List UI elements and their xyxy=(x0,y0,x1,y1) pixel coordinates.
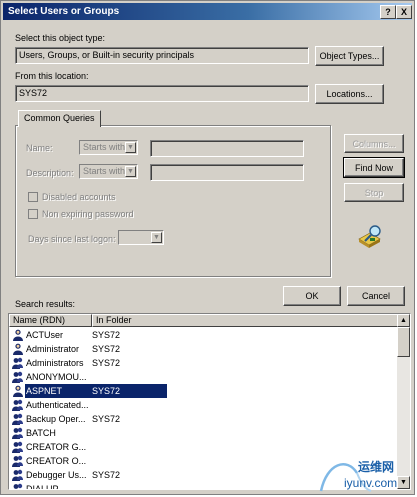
ok-button[interactable]: OK xyxy=(283,286,341,306)
name-mode-select[interactable]: Starts with ▼ xyxy=(79,140,138,155)
row-folder: SYS72 xyxy=(92,358,121,368)
location-label: From this location: xyxy=(15,71,89,81)
table-row[interactable]: Backup Oper... SYS72 xyxy=(9,412,399,426)
chevron-down-icon: ▼ xyxy=(125,166,136,177)
table-row[interactable]: ASPNET SYS72 xyxy=(9,384,399,398)
row-name: Backup Oper... xyxy=(26,414,86,424)
cancel-button[interactable]: Cancel xyxy=(347,286,405,306)
row-name: ASPNET xyxy=(26,386,63,396)
row-name: CREATOR O... xyxy=(26,456,87,466)
table-row[interactable]: ANONYMOU... xyxy=(9,370,399,384)
columns-button[interactable]: Columns... xyxy=(344,134,404,153)
title-bar[interactable]: Select Users or Groups ? X xyxy=(3,3,412,20)
row-folder: SYS72 xyxy=(92,330,121,340)
search-results-label: Search results: xyxy=(15,299,76,309)
table-row[interactable]: CREATOR G... xyxy=(9,440,399,454)
name-input[interactable] xyxy=(150,140,304,157)
find-now-button[interactable]: Find Now xyxy=(343,157,405,178)
row-folder: SYS72 xyxy=(92,470,121,480)
watermark-url: iyunv.com xyxy=(344,476,398,490)
name-label: Name: xyxy=(26,143,53,153)
row-name: ACTUser xyxy=(26,330,64,340)
disabled-accounts-label: Disabled accounts xyxy=(42,192,116,202)
tab-common-queries[interactable]: Common Queries xyxy=(18,110,101,127)
scroll-thumb[interactable] xyxy=(397,327,410,357)
watermark-text: 运维网 xyxy=(358,460,395,474)
column-header-folder[interactable]: In Folder xyxy=(92,314,399,327)
disabled-accounts-checkbox[interactable] xyxy=(28,192,38,202)
location-field: SYS72 xyxy=(15,85,309,102)
non-expiring-password-label: Non expiring password xyxy=(42,209,134,219)
help-button[interactable]: ? xyxy=(380,5,396,19)
object-types-button[interactable]: Object Types... xyxy=(315,46,384,66)
row-name: Debugger Us... xyxy=(26,470,87,480)
chevron-down-icon: ▼ xyxy=(151,232,162,243)
select-users-dialog: Select Users or Groups ? X Select this o… xyxy=(0,0,415,495)
non-expiring-password-checkbox[interactable] xyxy=(28,209,38,219)
row-name: Administrators xyxy=(26,358,84,368)
row-name: ANONYMOU... xyxy=(26,372,87,382)
column-header-name[interactable]: Name (RDN) xyxy=(9,314,92,327)
search-magnifier-icon xyxy=(358,225,381,248)
name-mode-value: Starts with xyxy=(83,142,126,152)
chevron-down-icon: ▼ xyxy=(125,142,136,153)
window-title: Select Users or Groups xyxy=(8,6,120,17)
days-since-logon-label: Days since last logon: xyxy=(28,234,116,244)
table-row[interactable]: Administrator SYS72 xyxy=(9,342,399,356)
description-label: Description: xyxy=(26,168,74,178)
row-folder: SYS72 xyxy=(92,414,121,424)
days-since-logon-select[interactable]: ▼ xyxy=(118,230,164,245)
table-row[interactable]: ACTUser SYS72 xyxy=(9,328,399,342)
description-input[interactable] xyxy=(150,164,304,181)
description-mode-value: Starts with xyxy=(83,166,126,176)
locations-button[interactable]: Locations... xyxy=(315,84,384,104)
row-name: Authenticated... xyxy=(26,400,89,410)
table-row[interactable]: Authenticated... xyxy=(9,398,399,412)
row-name: DIALUP xyxy=(26,484,59,490)
description-mode-select[interactable]: Starts with ▼ xyxy=(79,164,138,179)
row-folder: SYS72 xyxy=(92,386,121,396)
close-button[interactable]: X xyxy=(396,5,412,19)
row-name: BATCH xyxy=(26,428,56,438)
scroll-up-button[interactable]: ▲ xyxy=(397,314,410,327)
table-row[interactable]: Administrators SYS72 xyxy=(9,356,399,370)
table-row[interactable]: BATCH xyxy=(9,426,399,440)
object-type-label: Select this object type: xyxy=(15,33,106,43)
row-name: CREATOR G... xyxy=(26,442,87,452)
row-name: Administrator xyxy=(26,344,80,354)
row-folder: SYS72 xyxy=(92,344,121,354)
object-type-field: Users, Groups, or Built-in security prin… xyxy=(15,47,309,64)
stop-button[interactable]: Stop xyxy=(344,183,404,202)
